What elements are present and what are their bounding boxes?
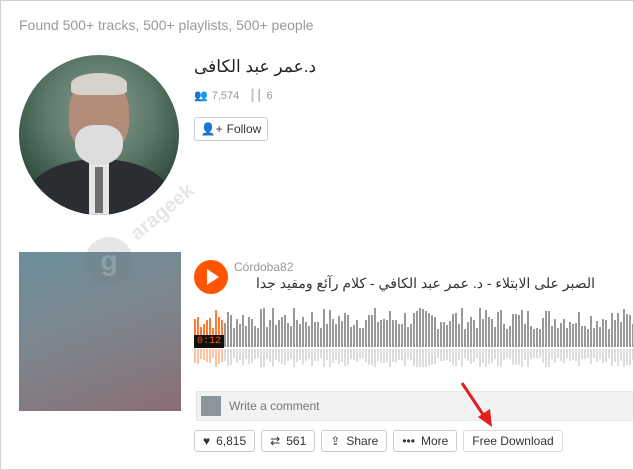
follow-button[interactable]: 👤+ Follow [194,117,268,141]
more-button[interactable]: ••• More [393,430,458,452]
followers-count[interactable]: 7,574 [212,90,240,102]
heart-icon: ♥ [203,434,211,448]
more-icon: ••• [402,434,415,448]
tracks-icon: ┃┃ [249,90,263,102]
more-label: More [420,434,449,448]
share-label: Share [346,434,379,448]
waveform[interactable] [194,307,634,367]
play-icon [206,269,219,285]
follow-label: Follow [226,122,262,136]
repost-icon: ⇄ [270,434,281,448]
track-title[interactable]: الصبر على الابتلاء - د. عمر عبد الكافي -… [234,275,595,292]
tracks-count[interactable]: 6 [266,90,272,102]
share-icon: ⇪ [330,434,341,448]
comment-avatar [201,396,221,416]
search-summary: Found 500+ tracks, 500+ playlists, 500+ … [19,17,314,33]
track-uploader[interactable]: Córdoba82 [234,260,293,274]
free-download-label: Free Download [472,434,554,448]
followers-icon: 👥 [194,90,208,102]
play-button[interactable] [194,260,228,294]
share-button[interactable]: ⇪ Share [321,430,388,452]
user-name[interactable]: د.عمر عبد الكافى [194,57,316,77]
like-count: 6,815 [216,434,247,448]
free-download-button[interactable]: Free Download [463,430,563,452]
track-actions: ♥ 6,815 ⇄ 561 ⇪ Share ••• More Free Down… [194,430,563,452]
search-results-panel: Found 500+ tracks, 500+ playlists, 500+ … [0,0,634,470]
user-stats: 👥 7,574 ┃┃ 6 [194,89,273,103]
playback-time: 0:12 [194,335,225,348]
comment-box [196,391,633,421]
annotation-arrow [460,382,492,427]
like-button[interactable]: ♥ 6,815 [194,430,256,452]
comment-input[interactable] [227,395,611,417]
repost-button[interactable]: ⇄ 561 [261,430,316,452]
user-avatar[interactable] [19,55,179,215]
track-artwork[interactable] [19,252,181,411]
follow-icon: 👤+ [200,122,223,136]
repost-count: 561 [286,434,307,448]
